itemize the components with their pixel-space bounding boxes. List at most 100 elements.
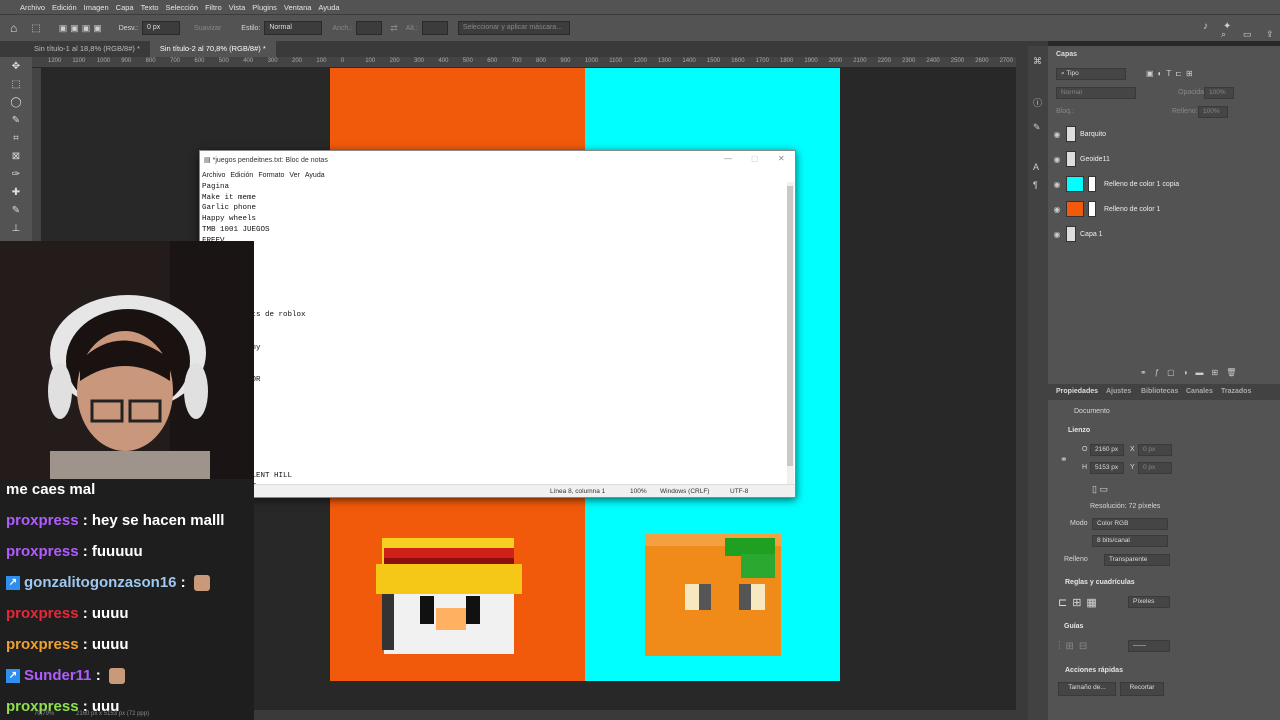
np-menu-edicion[interactable]: Edición [230, 172, 253, 179]
guias-section[interactable]: Guías [1064, 623, 1083, 630]
lienzo-section[interactable]: Lienzo [1068, 427, 1090, 434]
tab-paths[interactable]: Trazados [1221, 388, 1251, 395]
image-size-button[interactable]: Tamaño de... [1058, 682, 1116, 696]
chat-username[interactable]: Sunder11 [24, 667, 92, 684]
menu-edicion[interactable]: Edición [52, 3, 77, 12]
character-icon[interactable]: A [1033, 162, 1039, 172]
layer-row[interactable]: ◉ Capa 1 [1048, 222, 1280, 246]
tab-channels[interactable]: Canales [1186, 388, 1213, 395]
orientation-icons[interactable]: ▯ ▭ [1092, 484, 1108, 495]
notepad-window[interactable]: ▤ *juegos pendeitnes.txt: Bloc de notas … [199, 150, 796, 498]
tab-properties[interactable]: Propiedades [1056, 388, 1098, 395]
maximize-icon[interactable]: ▢ [751, 154, 759, 163]
grid-icons[interactable]: ⊏⊞▦ [1058, 596, 1102, 609]
layer-row[interactable]: ◉ Barquito [1048, 122, 1280, 146]
notepad-titlebar[interactable]: ▤ *juegos pendeitnes.txt: Bloc de notas … [200, 151, 795, 169]
layer-filter-select[interactable]: ⌕ Tipo [1056, 68, 1126, 80]
height-input[interactable]: 5153 px [1090, 462, 1124, 474]
bell-icon[interactable]: ♪ [1203, 21, 1208, 32]
tab-libraries[interactable]: Bibliotecas [1141, 388, 1178, 395]
layer-actions-icons[interactable]: ⚭ƒ▢◑▬⊞🗑 [1140, 368, 1244, 377]
fill-input[interactable]: 100% [1198, 106, 1228, 118]
share-icon[interactable]: ⇪ [1266, 29, 1274, 40]
chat-username[interactable]: proxpress [6, 636, 79, 653]
marquee-tool-icon[interactable]: ⬚ [31, 23, 40, 34]
history-icon[interactable]: ⌘ [1033, 56, 1042, 67]
blend-mode-select[interactable]: Normal [1056, 87, 1136, 99]
link-icon[interactable]: ⚭ [1060, 454, 1068, 465]
menu-plugins[interactable]: Plugins [252, 3, 277, 12]
eyedropper-icon[interactable]: ✑ [0, 165, 32, 183]
info-icon[interactable]: ⓘ [1033, 96, 1042, 109]
guide-style-select[interactable]: —— [1128, 640, 1170, 652]
notepad-text-area[interactable]: Pagina Make it meme Garlic phone Happy w… [202, 182, 782, 486]
chat-username[interactable]: proxpress [6, 512, 79, 529]
crop-button[interactable]: Recortar [1120, 682, 1164, 696]
alt-input[interactable] [421, 21, 448, 35]
tab-adjustments[interactable]: Ajustes [1106, 388, 1131, 395]
canvas-vertical-scrollbar[interactable] [1016, 57, 1028, 720]
np-menu-formato[interactable]: Formato [258, 172, 284, 179]
units-select[interactable]: Píxeles [1128, 596, 1170, 608]
eye-icon[interactable]: ◉ [1048, 130, 1066, 139]
layer-row[interactable]: ◉ Geoide11 [1048, 147, 1280, 171]
notepad-scrollbar[interactable] [787, 182, 794, 486]
paragraph-icon[interactable]: ¶ [1033, 180, 1038, 190]
crop-tool-icon[interactable]: ⌗ [0, 129, 32, 147]
menu-filtro[interactable]: Filtro [205, 3, 222, 12]
canvas-horizontal-scrollbar[interactable] [254, 710, 1016, 720]
menu-imagen[interactable]: Imagen [84, 3, 109, 12]
layer-row[interactable]: ◉ Relleno de color 1 copia [1048, 172, 1280, 196]
menu-vista[interactable]: Vista [229, 3, 246, 12]
chat-username[interactable]: gonzalitogonzason16 [24, 574, 177, 591]
chat-username[interactable]: proxpress [6, 605, 79, 622]
opacity-input[interactable]: 100% [1204, 87, 1234, 99]
np-menu-archivo[interactable]: Archivo [202, 172, 225, 179]
desv-input[interactable]: 0 px [142, 21, 181, 35]
menu-ventana[interactable]: Ventana [284, 3, 312, 12]
menu-seleccion[interactable]: Selección [166, 3, 199, 12]
width-input[interactable]: 2160 px [1090, 444, 1124, 456]
select-mask-button[interactable]: Seleccionar y aplicar máscara... [457, 21, 570, 35]
x-input[interactable]: 0 px [1138, 444, 1172, 456]
eye-icon[interactable]: ◉ [1048, 155, 1066, 164]
minimize-icon[interactable]: — [724, 154, 732, 163]
np-menu-ayuda[interactable]: Ayuda [305, 172, 325, 179]
tab-document-1[interactable]: Sin título-1 al 18,8% (RGB/8#) * [0, 41, 150, 57]
guides-icons[interactable]: ⫶⊞⊟ [1058, 641, 1092, 652]
menu-ayuda[interactable]: Ayuda [318, 3, 339, 12]
search-icon[interactable]: ⌕ [1221, 29, 1226, 40]
menu-archivo[interactable]: Archivo [20, 3, 45, 12]
acciones-section[interactable]: Acciones rápidas [1065, 667, 1123, 674]
workspace-icon[interactable]: ▭ [1243, 29, 1252, 40]
swap-icon[interactable]: ⇄ [390, 23, 398, 34]
eye-icon[interactable]: ◉ [1048, 205, 1066, 214]
healing-brush-icon[interactable]: ✚ [0, 183, 32, 201]
eye-icon[interactable]: ◉ [1048, 230, 1066, 239]
tab-document-2[interactable]: Sin título-2 al 70,8% (RGB/8#) * [149, 41, 276, 57]
layer-filter-icons[interactable]: ▣◐T⊏⊞ [1146, 69, 1197, 78]
eye-icon[interactable]: ◉ [1048, 180, 1066, 189]
anch-input[interactable] [356, 21, 383, 35]
tab-layers[interactable]: Capas [1056, 51, 1077, 58]
relleno-select[interactable]: Transparente [1104, 554, 1170, 566]
y-input[interactable]: 0 px [1138, 462, 1172, 474]
suavizar-checkbox[interactable]: Suavizar [194, 25, 221, 32]
marquee-tool-icon[interactable]: ⬚ [0, 75, 32, 93]
selection-mode-icons[interactable]: ▣▣▣▣ [59, 23, 105, 34]
bits-select[interactable]: 8 bits/canal [1092, 535, 1168, 547]
chat-username[interactable]: proxpress [6, 543, 79, 560]
frame-tool-icon[interactable]: ⊠ [0, 147, 32, 165]
brush-settings-icon[interactable]: ✎ [1033, 122, 1041, 133]
home-icon[interactable]: ⌂ [10, 21, 17, 35]
reglas-section[interactable]: Reglas y cuadrículas [1065, 579, 1135, 586]
close-icon[interactable]: ✕ [778, 154, 785, 163]
modo-select[interactable]: Color RGB [1092, 518, 1168, 530]
estilo-select[interactable]: Normal [264, 21, 323, 35]
brush-tool-icon[interactable]: ✎ [0, 201, 32, 219]
menu-texto[interactable]: Texto [141, 3, 159, 12]
menu-capa[interactable]: Capa [116, 3, 134, 12]
stamp-tool-icon[interactable]: ⊥ [0, 219, 32, 237]
lasso-tool-icon[interactable]: ◯ [0, 93, 32, 111]
move-tool-icon[interactable]: ✥ [0, 57, 32, 75]
